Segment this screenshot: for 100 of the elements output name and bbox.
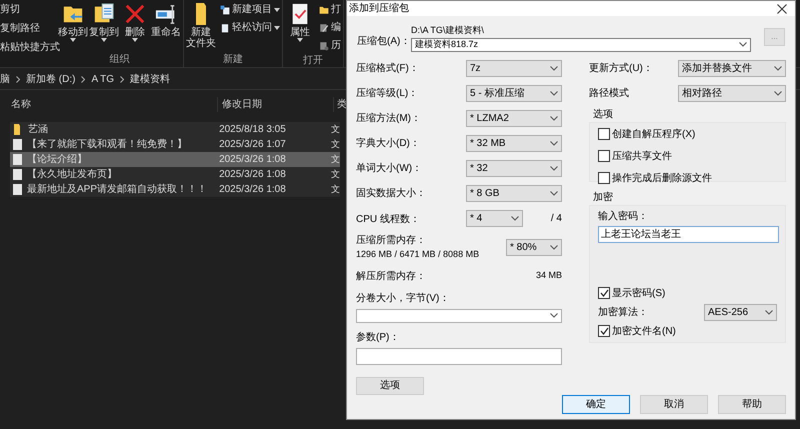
field-label: 压缩方法(M)： [356,112,421,126]
dropdown[interactable]: * LZMA2 [466,110,562,126]
file-date: 2025/3/26 1:07 [218,138,287,152]
rename-icon [155,3,177,25]
dropdown[interactable]: * 32 [466,160,562,176]
file-row[interactable]: 最新地址及APP请发邮箱自动获取！！！ 2025/3/26 1:08 文 [10,182,340,197]
window-title: 添加到压缩包 [349,2,409,16]
ribbon-button[interactable]: 重命名 [151,0,181,52]
group-label: 组织 [108,53,130,67]
file-row[interactable]: 【论坛介绍】 2025/3/26 1:08 文 [10,152,340,167]
group-title: 加密 [593,190,614,204]
file-date: 2025/3/26 1:08 [218,183,287,197]
field-label: 字典大小(D)： [356,136,420,150]
file-name: 艺涵 [28,122,48,137]
group-label: 新建 [222,52,244,67]
column-header[interactable]: 类 [334,96,347,112]
column-header[interactable]: 修改日期 [218,96,334,112]
memory-value: 34 MB [536,269,562,282]
field-label: 压缩格式(F)： [356,62,419,76]
dropdown[interactable]: * 80% [506,239,562,256]
dialog-button[interactable]: 确定 [562,394,630,414]
ribbon-button[interactable]: 复制到 [89,0,119,52]
ribbon-button[interactable]: 属性 [285,0,315,53]
chevron-down-icon [774,90,782,96]
checkmark-icon [600,289,608,297]
file-type: 文 [331,182,340,196]
ribbon-menu-item[interactable]: 打 [319,2,341,17]
breadcrumb-item[interactable]: 建模资料 [130,72,170,87]
file-icon [13,184,22,195]
chevron-down-icon [550,245,558,250]
chevron-down-icon [550,190,558,196]
chevron-right-icon [81,76,86,83]
field-label: 更新方式(U)： [589,62,654,76]
file-row[interactable]: 【来了就能下载和观看！纯免费！】 2025/3/26 1:07 文 [10,137,340,152]
chevron-down-icon [550,313,558,318]
ribbon-menu-item[interactable]: 历 [319,38,341,53]
ribbon-menu-item[interactable]: 轻松访问 [220,20,280,35]
dropdown[interactable]: AES-256 [704,304,777,320]
ribbon-menu-item[interactable]: 复制路径 [0,21,40,36]
chevron-right-icon [120,76,124,83]
dropdown[interactable]: * 4 [466,210,523,226]
dialog-button[interactable]: 取消 [640,394,708,414]
chevron-down-icon [774,66,782,70]
volume-size-combo[interactable] [356,308,562,322]
breadcrumb-item[interactable]: 新加卷 (D:) [26,72,76,87]
dropdown[interactable]: * 32 MB [466,134,562,152]
dropdown[interactable]: 添加并替换文件 [678,60,786,76]
ribbon-button[interactable]: 移动到 [58,0,88,52]
file-row[interactable]: 【永久地址发布页】 2025/3/26 1:08 文 [10,167,340,182]
file-type: 文 [331,138,340,151]
options-button[interactable]: 选项 [356,376,424,394]
file-name: 【永久地址发布页】 [27,168,117,182]
close-icon[interactable] [777,4,787,14]
checkbox[interactable]: 显示密码(S) [598,286,777,300]
checkbox[interactable]: 操作完成后删除源文件 [598,170,777,186]
field-label: 加密算法： [598,306,648,320]
chevron-down-icon [739,42,747,47]
dropdown[interactable]: 5 - 标准压缩 [466,84,562,102]
document-icon [220,22,230,32]
ribbon-menu-item[interactable]: 新建项目 [220,2,280,17]
documents-icon [93,3,115,25]
breadcrumb-item[interactable]: 脑 [0,72,10,87]
file-name: 最新地址及APP请发邮箱自动获取！！！ [27,182,208,197]
ribbon-menu-item[interactable]: 粘贴快捷方式 [0,40,60,55]
dropdown[interactable]: 相对路径 [678,84,786,102]
folder-icon [196,3,206,25]
file-icon [13,169,22,180]
thread-count: / 4 [550,212,562,226]
dropdown[interactable]: 7z [466,60,562,76]
parameters-field[interactable] [356,348,562,364]
archive-name-combo[interactable]: 建模资料818.7z [411,38,751,52]
breadcrumb-item[interactable]: A TG [91,72,114,87]
group-label: 打开 [302,54,324,68]
ribbon-button[interactable]: 新建 文件夹 [186,0,216,52]
field-label: 参数(P)： [356,330,400,344]
field-label: 固实数据大小： [356,186,426,200]
ribbon-menu-item[interactable]: 编 [319,20,341,35]
ribbon-button[interactable]: 删除 [120,0,150,52]
file-row[interactable]: 艺涵 2025/8/18 3:05 文 [10,122,340,137]
chevron-down-icon [765,310,773,314]
ribbon-menu-item[interactable]: 剪切 [0,2,20,17]
field-label: 单词大小(W)： [356,162,422,176]
checkbox[interactable]: 压缩共享文件 [598,148,777,164]
history-icon [319,40,329,50]
password-field[interactable]: 上老王论坛当老王 [598,226,779,242]
archive-path: D:\A TG\建模资料\ [411,24,485,37]
column-header[interactable]: 名称 [0,96,218,112]
chevron-down-icon [550,66,558,70]
field-label: 压缩等级(L)： [356,86,418,100]
chevron-down-icon [550,166,558,170]
checkbox[interactable]: 加密文件名(N) [598,324,777,338]
field-label: 压缩所需内存： [356,234,427,248]
file-type: 文 [331,122,340,136]
chevron-down-icon [550,140,558,146]
dialog-button[interactable]: 帮助 [718,394,786,414]
group-title: 选项 [593,108,614,122]
dropdown[interactable]: * 8 GB [466,184,562,202]
field-label: 压缩包(A)： [357,34,407,49]
checkbox[interactable]: 创建自解压程序(X) [598,126,777,142]
new-item-icon [220,4,230,14]
